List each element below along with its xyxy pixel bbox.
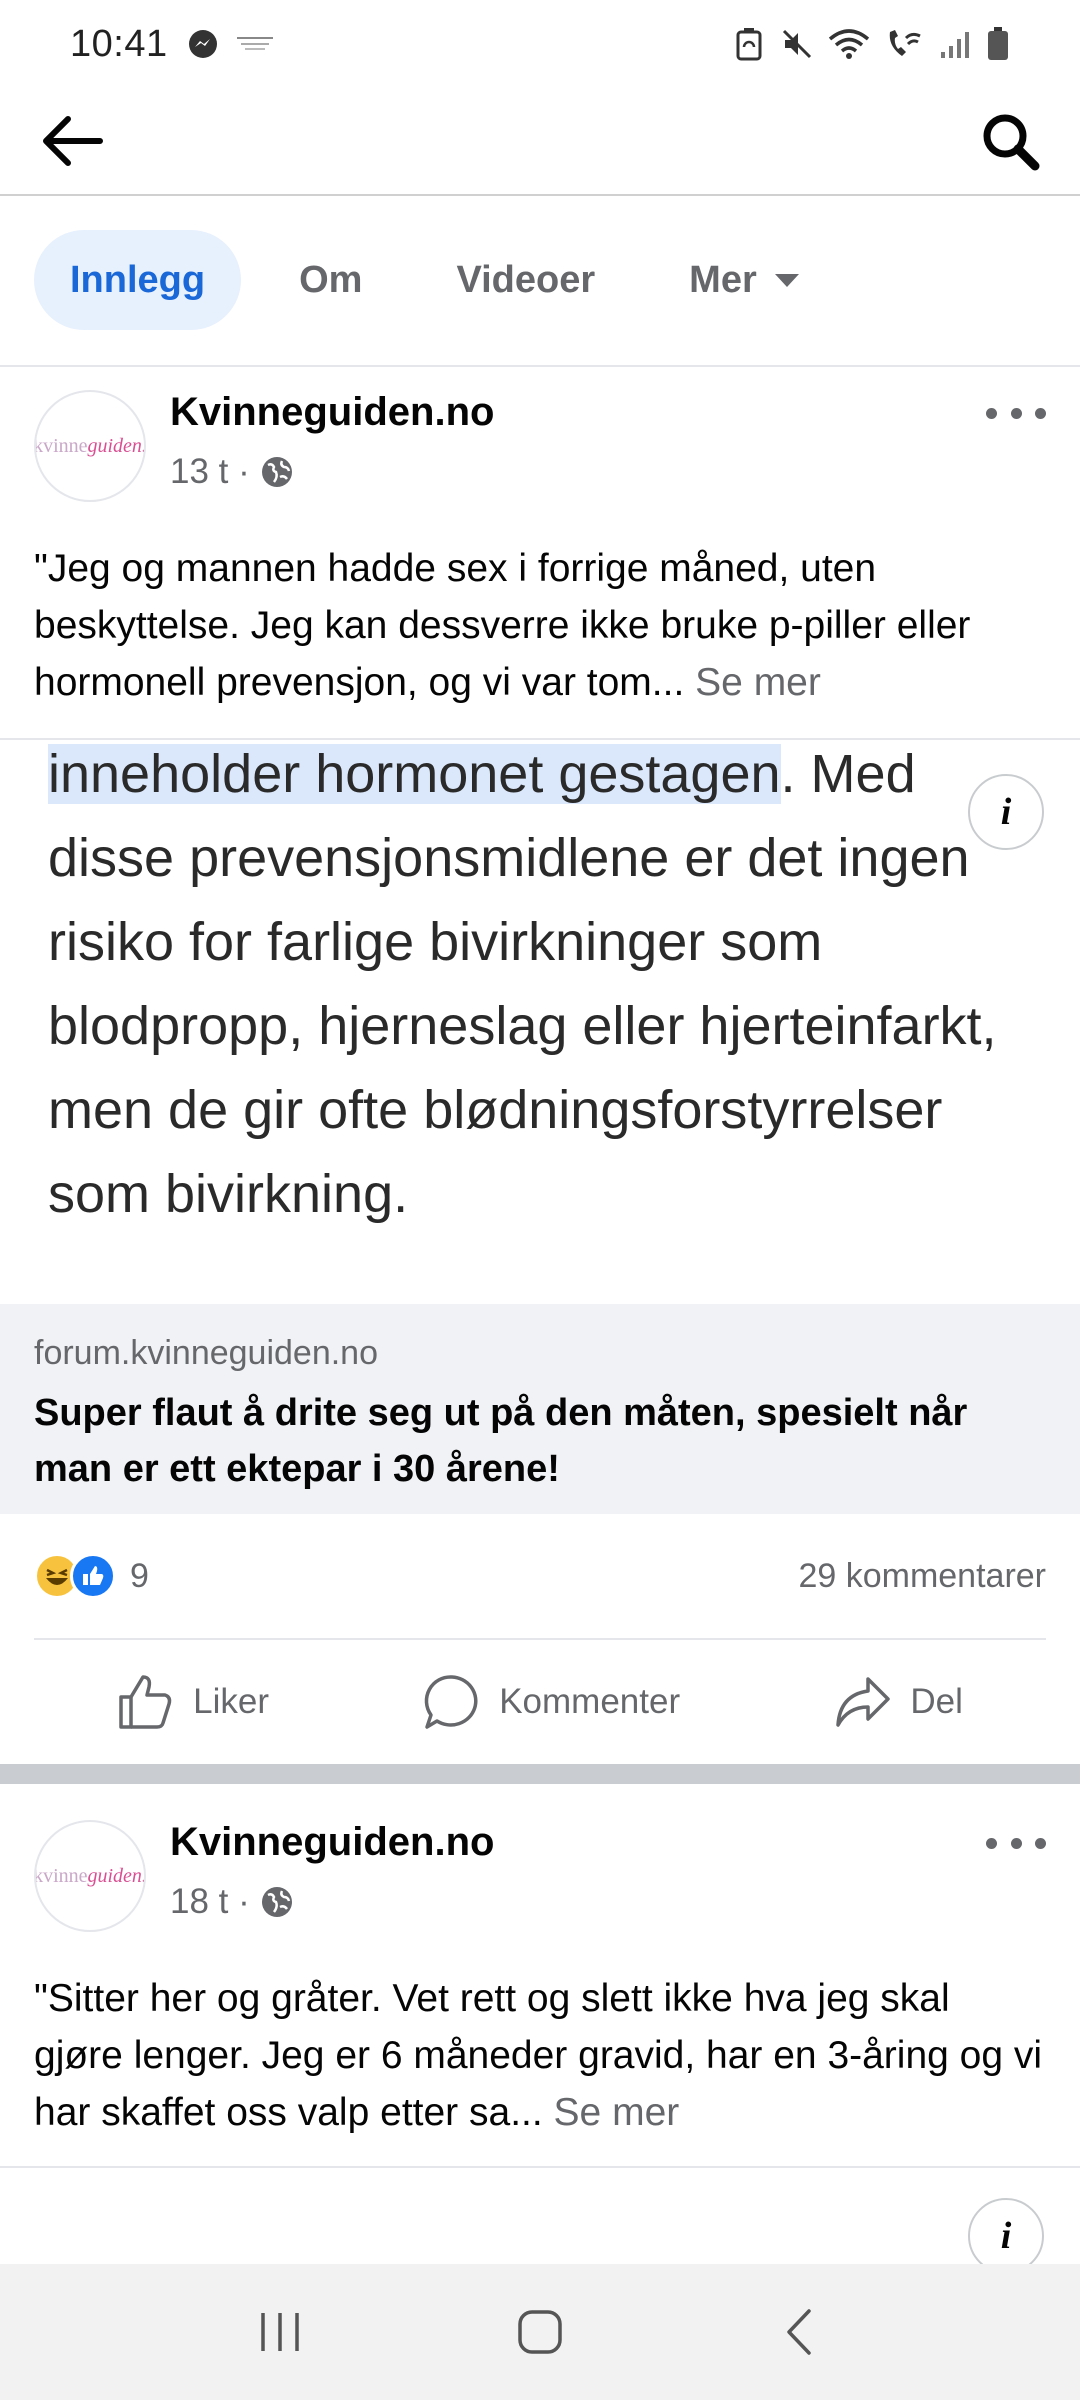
post-time[interactable]: 18 t ·: [170, 1882, 250, 1922]
tab-mer[interactable]: Mer: [653, 230, 835, 330]
post-body: "Sitter her og gråter. Vet rett og slett…: [34, 1977, 1043, 2134]
home-icon: [518, 2310, 562, 2354]
dot: [986, 1837, 997, 1849]
globe-icon: [261, 1887, 292, 1917]
status-time: 10:41: [70, 22, 168, 65]
comment-count[interactable]: 29 kommentarer: [798, 1557, 1046, 1596]
like-label: Liker: [193, 1682, 269, 1721]
like-reaction-icon: [70, 1553, 116, 1599]
reaction-count[interactable]: 9: [130, 1557, 149, 1596]
reactions-row: 9 29 kommentarer: [34, 1540, 1046, 1612]
home-button[interactable]: [495, 2287, 585, 2377]
share-label: Del: [910, 1682, 963, 1721]
system-nav-bar: [0, 2264, 1080, 2400]
dot: [1010, 407, 1022, 419]
back-button[interactable]: [34, 103, 110, 179]
status-right-icons: [732, 27, 1010, 61]
post-header: kvinneguiden. Kvinneguiden.no 13 t ·: [34, 390, 1046, 510]
tab-videoer[interactable]: Videoer: [420, 230, 631, 330]
notification-thumbnail-icon: [234, 27, 276, 61]
more-options-button[interactable]: [986, 398, 1046, 428]
comment-icon: [424, 1675, 478, 1729]
post-image[interactable]: inneholder hormonet gestagen. Med disse …: [0, 738, 1080, 1304]
avatar[interactable]: kvinneguiden.: [34, 390, 146, 502]
app-bar: [0, 88, 1080, 196]
like-button[interactable]: Liker: [117, 1673, 269, 1731]
avatar[interactable]: kvinneguiden.: [34, 1820, 146, 1932]
divider: [0, 365, 1080, 367]
search-button[interactable]: [972, 103, 1048, 179]
link-domain: forum.kvinneguiden.no: [34, 1334, 379, 1372]
post-actions: Liker Kommenter Del: [0, 1654, 1080, 1750]
post-time[interactable]: 13 t ·: [170, 452, 250, 492]
arrow-left-icon: [43, 116, 103, 166]
search-icon: [983, 114, 1040, 171]
post-meta: 18 t ·: [170, 1882, 294, 1922]
recents-icon: [261, 2313, 299, 2351]
kvinneguiden-logo: kvinneguiden.: [34, 434, 146, 457]
info-button[interactable]: i: [968, 2198, 1044, 2274]
tab-label: Mer: [689, 258, 757, 301]
see-more-link[interactable]: Se mer: [554, 2091, 680, 2134]
divider: [34, 1638, 1046, 1640]
comment-button[interactable]: Kommenter: [423, 1673, 680, 1731]
dot: [1010, 1837, 1022, 1849]
messenger-icon: [186, 27, 220, 61]
dot: [1035, 407, 1046, 419]
image-text: inneholder hormonet gestagen. Med disse …: [48, 740, 1048, 1236]
post-body: "Jeg og mannen hadde sex i forrige måned…: [34, 547, 971, 704]
recents-button[interactable]: [235, 2287, 325, 2377]
link-preview[interactable]: forum.kvinneguiden.no Super flaut å drit…: [0, 1304, 1080, 1514]
signal-icon: [938, 27, 972, 61]
thumbs-up-icon: [119, 1675, 172, 1729]
status-bar: 10:41: [0, 0, 1080, 88]
battery-saver-icon: [732, 27, 766, 61]
wifi-icon: [828, 27, 870, 61]
post-meta: 13 t ·: [170, 452, 294, 492]
share-button[interactable]: Del: [834, 1673, 963, 1731]
feed-separator: [0, 1764, 1080, 1784]
tab-label: Om: [299, 258, 363, 301]
see-more-link[interactable]: Se mer: [695, 661, 821, 704]
link-title: Super flaut å drite seg ut på den måten,…: [34, 1392, 968, 1490]
globe-icon: [261, 457, 292, 487]
dot: [986, 407, 997, 419]
mute-icon: [780, 27, 814, 61]
wifi-calling-icon: [884, 27, 924, 61]
tab-innlegg[interactable]: Innlegg: [34, 230, 242, 330]
tab-om[interactable]: Om: [263, 230, 398, 330]
reaction-icons[interactable]: [34, 1553, 116, 1599]
share-icon: [836, 1677, 891, 1727]
page-name[interactable]: Kvinneguiden.no: [170, 1820, 494, 1865]
image-highlighted-text: inneholder hormonet gestagen: [48, 744, 781, 804]
divider: [0, 2166, 1080, 2168]
kvinneguiden-logo: kvinneguiden.: [34, 1864, 146, 1887]
back-nav-button[interactable]: [755, 2287, 845, 2377]
info-button[interactable]: i: [968, 774, 1044, 850]
post-header: kvinneguiden. Kvinneguiden.no 18 t ·: [34, 1820, 1046, 1940]
caret-down-icon: [774, 273, 799, 287]
status-left-icons: [186, 27, 276, 61]
image-body-text: . Med disse prevensjonsmidlene er det in…: [48, 744, 997, 1224]
battery-icon: [986, 27, 1010, 61]
tab-label: Videoer: [456, 258, 596, 301]
dot: [1035, 1837, 1046, 1849]
back-icon: [787, 2309, 811, 2355]
comment-label: Kommenter: [499, 1682, 681, 1721]
page-name[interactable]: Kvinneguiden.no: [170, 390, 494, 435]
more-options-button[interactable]: [986, 1828, 1046, 1858]
tab-label: Innlegg: [70, 258, 206, 301]
post-text[interactable]: "Sitter her og gråter. Vet rett og slett…: [34, 1970, 1044, 2141]
post-text[interactable]: "Jeg og mannen hadde sex i forrige måned…: [34, 540, 1044, 711]
profile-tabs: Innlegg Om Videoer Mer: [34, 230, 835, 330]
